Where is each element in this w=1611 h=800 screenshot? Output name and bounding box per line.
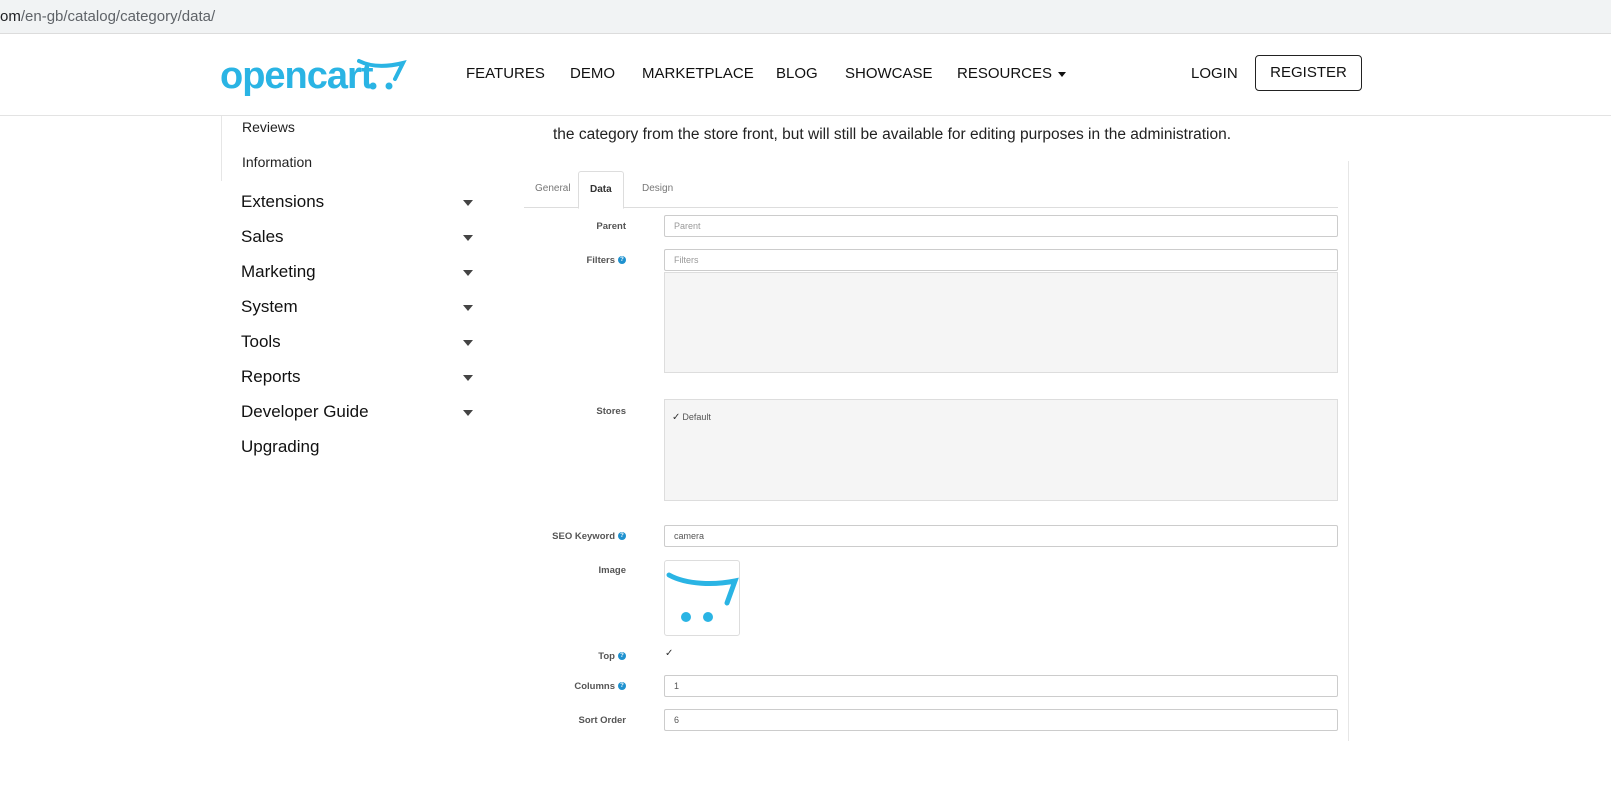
logo-wordmark: opencart — [220, 55, 373, 97]
cart-image-icon — [666, 572, 739, 622]
cart-logo-icon — [357, 59, 407, 90]
nav-blog[interactable]: BLOG — [776, 65, 818, 82]
site-header: opencart FEATURES DEMO MARKETPLACE BLOG … — [0, 35, 1611, 116]
nav-showcase[interactable]: SHOWCASE — [845, 65, 933, 82]
caret-down-icon[interactable] — [463, 375, 473, 381]
sidebar-item-information[interactable]: Information — [242, 154, 312, 170]
sidebar-item-upgrading[interactable]: Upgrading — [241, 437, 473, 457]
sidebar-item-label: Marketing — [241, 262, 316, 281]
seo-keyword-label: SEO Keyword? — [552, 531, 626, 542]
sidebar-item-system[interactable]: System — [241, 297, 473, 317]
help-icon[interactable]: ? — [618, 652, 626, 661]
top-label: Top? — [598, 651, 626, 662]
caret-down-icon[interactable] — [463, 235, 473, 241]
sidebar-item-label: Upgrading — [241, 437, 320, 456]
form-tabs: General Data Design — [524, 171, 1338, 209]
sidebar-item-marketing[interactable]: Marketing — [241, 262, 473, 282]
sort-order-label: Sort Order — [578, 715, 626, 726]
url-text[interactable]: om/en-gb/catalog/category/data/ — [0, 8, 215, 25]
sidebar-item-label: Developer Guide — [241, 402, 369, 421]
nav-demo[interactable]: DEMO — [570, 65, 615, 82]
opencart-logo[interactable]: opencart — [220, 55, 410, 99]
store-default-label: Default — [682, 412, 711, 422]
sidebar-item-label: Reports — [241, 367, 301, 386]
columns-label: Columns? — [574, 681, 626, 692]
caret-down-icon[interactable] — [463, 305, 473, 311]
image-thumbnail[interactable] — [664, 560, 740, 636]
caret-down-icon[interactable] — [463, 340, 473, 346]
stores-list: ✓ Default — [664, 399, 1338, 501]
checkmark-icon: ✓ — [665, 648, 674, 659]
tab-design[interactable]: Design — [631, 171, 684, 207]
caret-down-icon[interactable] — [463, 200, 473, 206]
sidebar-item-label: Tools — [241, 332, 281, 351]
help-icon[interactable]: ? — [618, 532, 626, 541]
parent-input[interactable]: Parent — [664, 215, 1338, 237]
top-checkbox[interactable]: ✓ — [665, 648, 673, 659]
login-link[interactable]: LOGIN — [1191, 65, 1238, 82]
columns-input[interactable]: 1 — [664, 675, 1338, 697]
sidebar-item-label: System — [241, 297, 298, 316]
nav-features[interactable]: FEATURES — [466, 65, 545, 82]
sidebar-divider — [221, 115, 222, 181]
sidebar-item-reports[interactable]: Reports — [241, 367, 473, 387]
stores-label: Stores — [596, 406, 626, 417]
nav-resources-label: RESOURCES — [957, 65, 1053, 82]
help-icon[interactable]: ? — [618, 256, 626, 265]
checkmark-icon: ✓ — [672, 412, 681, 423]
sort-order-input[interactable]: 6 — [664, 709, 1338, 731]
nav-resources[interactable]: RESOURCES — [957, 65, 1067, 82]
browser-address-bar[interactable]: om/en-gb/catalog/category/data/ — [0, 0, 1611, 34]
caret-down-icon — [1058, 71, 1067, 77]
filters-label: Filters? — [586, 255, 626, 266]
filters-input[interactable]: Filters — [664, 249, 1338, 271]
store-default-checkbox[interactable]: ✓ Default — [672, 412, 711, 423]
sidebar-item-extensions[interactable]: Extensions — [241, 192, 473, 212]
seo-keyword-input[interactable]: camera — [664, 525, 1338, 547]
sidebar-item-reviews[interactable]: Reviews — [242, 119, 295, 135]
sidebar-item-tools[interactable]: Tools — [241, 332, 473, 352]
sidebar-item-label: Sales — [241, 227, 284, 246]
filters-list — [664, 272, 1338, 373]
register-button[interactable]: REGISTER — [1255, 55, 1362, 91]
sidebar-item-sales[interactable]: Sales — [241, 227, 473, 247]
caret-down-icon[interactable] — [463, 410, 473, 416]
intro-text: the category from the store front, but w… — [553, 126, 1232, 143]
category-form-screenshot: General Data Design Parent Parent Filter… — [524, 161, 1349, 741]
tab-data[interactable]: Data — [578, 171, 624, 209]
nav-marketplace[interactable]: MARKETPLACE — [642, 65, 754, 82]
tab-general[interactable]: General — [524, 171, 582, 207]
caret-down-icon[interactable] — [463, 270, 473, 276]
image-label: Image — [598, 565, 626, 576]
parent-label: Parent — [596, 221, 626, 232]
sidebar-item-label: Extensions — [241, 192, 325, 211]
sidebar-item-developer-guide[interactable]: Developer Guide — [241, 402, 473, 422]
help-icon[interactable]: ? — [618, 682, 626, 691]
